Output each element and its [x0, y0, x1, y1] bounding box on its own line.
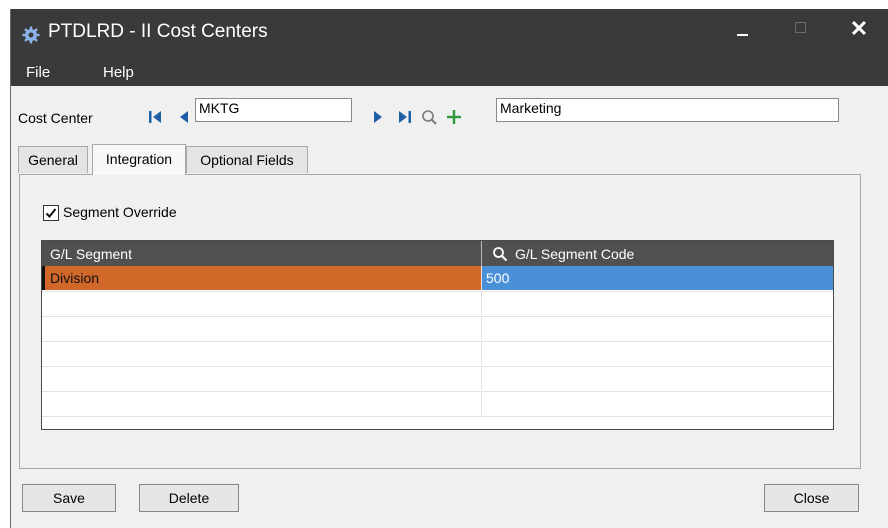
- column-header-segment-label: G/L Segment: [50, 246, 132, 262]
- cost-center-description-value: Marketing: [500, 100, 562, 116]
- previous-record-icon[interactable]: [176, 108, 192, 126]
- menu-file[interactable]: File: [26, 64, 50, 81]
- close-button[interactable]: Close: [764, 484, 859, 512]
- search-icon[interactable]: [492, 246, 508, 262]
- close-icon: ✕: [849, 16, 869, 41]
- cost-center-code-value: MKTG: [199, 100, 240, 116]
- gear-icon: [22, 26, 40, 44]
- table-row[interactable]: [42, 316, 833, 342]
- minimize-button[interactable]: [723, 9, 763, 49]
- tab-integration-label: Integration: [105, 151, 173, 167]
- segment-cell[interactable]: Division: [42, 266, 482, 290]
- maximize-icon: [795, 22, 806, 33]
- next-record-icon[interactable]: [370, 108, 386, 126]
- segment-override-checkbox[interactable]: [43, 205, 59, 221]
- segment-cell[interactable]: [42, 366, 482, 390]
- tab-optional-fields-label: Optional Fields: [200, 152, 294, 168]
- search-icon[interactable]: [421, 108, 437, 126]
- window-title: PTDLRD - II Cost Centers: [48, 21, 268, 42]
- maximize-button[interactable]: [781, 9, 821, 49]
- add-icon[interactable]: [446, 108, 462, 126]
- segment-code-cell[interactable]: [482, 291, 833, 315]
- first-record-icon[interactable]: [147, 108, 163, 126]
- minimize-icon: [737, 34, 748, 36]
- checkmark-icon: [45, 208, 57, 218]
- column-header-segment[interactable]: G/L Segment: [42, 241, 482, 266]
- menu-help[interactable]: Help: [103, 64, 134, 81]
- column-header-segment-code[interactable]: G/L Segment Code: [482, 241, 833, 266]
- menu-bar: File Help: [11, 60, 888, 86]
- segment-cell[interactable]: [42, 316, 482, 340]
- delete-button[interactable]: Delete: [139, 484, 239, 512]
- segment-cell[interactable]: [42, 341, 482, 365]
- segment-cell[interactable]: [42, 391, 482, 415]
- segment-cell[interactable]: [42, 291, 482, 315]
- title-bar[interactable]: PTDLRD - II Cost Centers ✕: [11, 9, 888, 60]
- segment-code-cell[interactable]: [482, 391, 833, 415]
- cost-center-label: Cost Center: [18, 110, 93, 126]
- tab-optional-fields[interactable]: Optional Fields: [186, 146, 308, 173]
- last-record-icon[interactable]: [397, 108, 413, 126]
- table-row[interactable]: [42, 391, 833, 417]
- tab-integration[interactable]: Integration: [92, 144, 186, 175]
- segment-override-label[interactable]: Segment Override: [63, 204, 177, 220]
- table-row[interactable]: [42, 291, 833, 317]
- grid-header: G/L Segment G/L Segment Code: [42, 241, 833, 266]
- tab-general-label: General: [28, 152, 78, 168]
- close-window-button[interactable]: ✕: [837, 9, 881, 49]
- segment-code-cell[interactable]: [482, 341, 833, 365]
- cost-center-code-field[interactable]: MKTG: [195, 98, 352, 122]
- cost-center-description-field[interactable]: Marketing: [496, 98, 839, 122]
- table-row[interactable]: [42, 341, 833, 367]
- tab-general[interactable]: General: [18, 146, 88, 173]
- segment-grid[interactable]: G/L Segment G/L Segment Code Division 50…: [41, 240, 834, 430]
- segment-code-cell[interactable]: [482, 366, 833, 390]
- save-button[interactable]: Save: [22, 484, 116, 512]
- table-row[interactable]: Division 500: [42, 266, 833, 292]
- segment-code-cell[interactable]: [482, 316, 833, 340]
- segment-code-cell[interactable]: 500: [482, 266, 833, 290]
- table-row[interactable]: [42, 366, 833, 392]
- column-header-segment-code-label: G/L Segment Code: [515, 246, 635, 262]
